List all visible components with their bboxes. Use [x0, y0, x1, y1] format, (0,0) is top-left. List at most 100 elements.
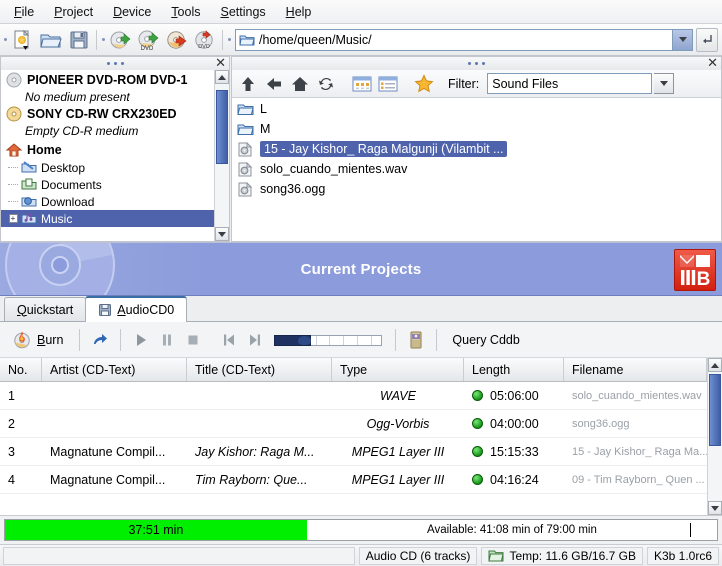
table-row[interactable]: 3 Magnatune Compil... Jay Kishor: Raga M…	[0, 438, 707, 466]
menu-device[interactable]: Device	[103, 2, 161, 22]
location-input[interactable]: /home/queen/Music/	[235, 28, 673, 51]
reload-icon[interactable]	[314, 72, 338, 96]
play-icon[interactable]	[128, 327, 154, 353]
back-icon[interactable]	[262, 72, 286, 96]
sidebar-item-home[interactable]: Home	[1, 141, 214, 159]
scroll-track[interactable]	[708, 372, 722, 501]
list-item[interactable]: L	[232, 99, 721, 119]
cdrw-drive-icon	[6, 106, 22, 122]
capacity-bar[interactable]: 37:51 min Available: 41:08 min of 79:00 …	[4, 519, 718, 541]
cell-filename: solo_cuando_mientes.wav	[572, 389, 702, 402]
filter-dropdown-button[interactable]	[654, 73, 675, 94]
audio-properties-icon[interactable]	[403, 327, 429, 353]
pause-icon[interactable]	[154, 327, 180, 353]
column-header-length[interactable]: Length	[464, 358, 564, 381]
cell-length: 04:00:00	[464, 417, 564, 431]
open-project-icon[interactable]	[37, 26, 65, 54]
scroll-down-button[interactable]	[215, 227, 229, 241]
query-cddb-button[interactable]: Query Cddb	[444, 330, 527, 350]
tree-expander[interactable]: +	[5, 214, 21, 223]
write-cd-image-icon[interactable]	[163, 26, 191, 54]
status-project-info: Audio CD (6 tracks)	[358, 546, 478, 565]
scroll-thumb[interactable]	[216, 90, 228, 164]
status-temp-label: Temp: 11.6 GB/16.7 GB	[509, 548, 636, 563]
menu-help[interactable]: Help	[276, 2, 322, 22]
devices-panel-close-button[interactable]: ✕	[215, 56, 226, 70]
table-row[interactable]: 4 Magnatune Compil... Tim Rayborn: Que..…	[0, 466, 707, 494]
k3b-window: File Project Device Tools Settings Help	[0, 0, 722, 566]
menu-settings[interactable]: Settings	[210, 2, 275, 22]
toolbar-grip-2[interactable]	[100, 29, 107, 51]
menu-tools[interactable]: Tools	[161, 2, 210, 22]
home-icon	[5, 143, 23, 157]
redo-icon[interactable]	[87, 327, 113, 353]
bookmark-star-icon[interactable]	[412, 72, 436, 96]
copy-cd-icon[interactable]	[107, 26, 135, 54]
drag-handle-icon[interactable]	[468, 62, 485, 65]
cell-no: 2	[8, 416, 15, 431]
file-browser-titlebar[interactable]: ✕	[232, 56, 721, 70]
write-dvd-image-icon[interactable]: DVD	[191, 26, 219, 54]
sidebar-item-download[interactable]: Download	[1, 193, 214, 210]
new-project-icon[interactable]	[9, 26, 37, 54]
tab-quickstart[interactable]: Quickstart	[4, 297, 87, 321]
detailed-view-icon[interactable]	[376, 72, 400, 96]
list-item[interactable]: 15 - Jay Kishor_ Raga Malgunji (Vilambit…	[232, 139, 721, 159]
column-header-type[interactable]: Type	[332, 358, 464, 381]
audio-file-icon	[238, 141, 253, 156]
column-header-filename[interactable]: Filename	[564, 358, 707, 381]
scroll-up-button[interactable]	[708, 358, 722, 372]
toolbar-grip-3[interactable]	[226, 29, 233, 51]
scroll-up-button[interactable]	[215, 70, 229, 84]
scroll-down-button[interactable]	[708, 501, 722, 515]
up-icon[interactable]	[236, 72, 260, 96]
tab-label: Quickstart	[17, 302, 74, 317]
status-temp-info[interactable]: Temp: 11.6 GB/16.7 GB	[481, 546, 643, 565]
table-row[interactable]: 1 WAVE 05:06:00 solo_cuando_mientes.wav	[0, 382, 707, 410]
table-row[interactable]: 2 Ogg-Vorbis 04:00:00 song36.ogg	[0, 410, 707, 438]
chevron-down-icon	[678, 37, 687, 42]
sidebar-item-documents[interactable]: Documents	[1, 176, 214, 193]
list-item[interactable]: solo_cuando_mientes.wav	[232, 159, 721, 179]
scroll-thumb[interactable]	[709, 374, 721, 446]
tab-audiocd0[interactable]: AudioCD0	[85, 296, 188, 322]
list-item[interactable]: M	[232, 119, 721, 139]
devices-panel-titlebar[interactable]: ✕	[1, 56, 229, 70]
sidebar-item-music[interactable]: + Music	[1, 210, 214, 227]
drag-handle-icon[interactable]	[106, 62, 124, 65]
save-project-icon[interactable]	[65, 26, 93, 54]
filter-input[interactable]: Sound Files	[487, 73, 653, 94]
svg-text:B: B	[697, 269, 711, 287]
burn-button[interactable]: Burn	[4, 328, 72, 352]
playback-slider[interactable]	[274, 333, 383, 347]
devices-scrollbar[interactable]	[214, 70, 229, 241]
previous-track-icon[interactable]	[216, 327, 242, 353]
menu-project[interactable]: Project	[44, 2, 103, 22]
location-dropdown-button[interactable]	[673, 28, 693, 51]
list-item[interactable]: song36.ogg	[232, 179, 721, 199]
slider-handle[interactable]	[298, 335, 312, 345]
download-icon	[21, 197, 37, 207]
stop-icon[interactable]	[180, 327, 206, 353]
column-header-artist[interactable]: Artist (CD-Text)	[42, 358, 187, 381]
cell-length: 05:06:00	[464, 389, 564, 403]
column-header-title[interactable]: Title (CD-Text)	[187, 358, 332, 381]
toolbar-grip[interactable]	[2, 29, 9, 51]
scroll-track[interactable]	[215, 84, 229, 227]
location-text: /home/queen/Music/	[259, 32, 372, 47]
next-track-icon[interactable]	[242, 327, 268, 353]
track-table-scrollbar[interactable]	[707, 358, 722, 515]
home-icon[interactable]	[288, 72, 312, 96]
cell-title: Tim Rayborn: Que...	[195, 472, 308, 487]
menu-file[interactable]: File	[4, 2, 44, 22]
sidebar-item-desktop[interactable]: Desktop	[1, 159, 214, 176]
location-go-button[interactable]	[696, 27, 718, 52]
copy-dvd-icon[interactable]: DVD	[135, 26, 163, 54]
icon-view-icon[interactable]	[350, 72, 374, 96]
device-item-pioneer[interactable]: PIONEER DVD-ROM DVD-1	[1, 71, 214, 89]
file-browser-close-button[interactable]: ✕	[707, 56, 718, 70]
column-header-no[interactable]: No.	[0, 358, 42, 381]
devices-panel: ✕ PIONEER DVD-ROM DVD-1 No medium presen…	[0, 56, 230, 242]
device-item-sony[interactable]: SONY CD-RW CRX230ED	[1, 105, 214, 123]
file-name: L	[260, 102, 267, 116]
